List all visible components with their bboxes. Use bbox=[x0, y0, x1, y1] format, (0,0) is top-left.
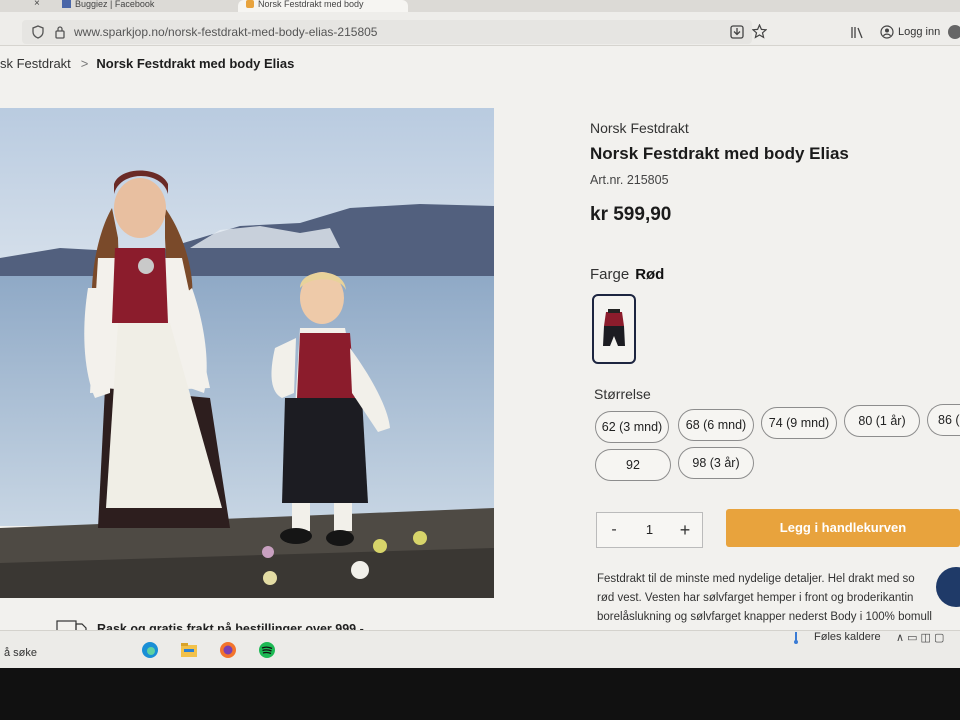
description-line: rød vest. Vesten har sølvfarget hemper i… bbox=[597, 592, 914, 604]
file-explorer-icon[interactable] bbox=[179, 640, 199, 660]
description-line: borelåslukning og sølvfarget knapper ned… bbox=[597, 611, 932, 623]
add-to-cart-button[interactable]: Legg i handlekurven bbox=[726, 509, 960, 547]
login-label[interactable]: Logg inn bbox=[898, 26, 940, 38]
breadcrumb-parent-link[interactable]: sk Festdrakt bbox=[0, 56, 71, 71]
taskbar: å søke Føles kaldere ∧ ▭ ◫ ▢ bbox=[0, 630, 960, 668]
tab-label: Norsk Festdrakt med body bbox=[258, 0, 364, 9]
firefox-icon[interactable] bbox=[218, 640, 238, 660]
browser-window: × Buggiez | Facebook Norsk Festdrakt med… bbox=[0, 0, 960, 668]
tab-close-icon[interactable]: × bbox=[34, 0, 46, 12]
tab-strip: × Buggiez | Facebook Norsk Festdrakt med… bbox=[0, 0, 960, 12]
article-number-label: Art.nr. bbox=[590, 173, 624, 187]
site-favicon-icon bbox=[246, 0, 254, 8]
product-info: Norsk Festdrakt Norsk Festdrakt med body… bbox=[590, 120, 960, 402]
weather-icon[interactable] bbox=[790, 631, 802, 645]
size-option-68[interactable]: 68 (6 mnd) bbox=[678, 409, 754, 441]
product-category[interactable]: Norsk Festdrakt bbox=[590, 120, 960, 136]
size-option-80[interactable]: 80 (1 år) bbox=[844, 405, 920, 437]
quantity-decrease-button[interactable]: - bbox=[597, 513, 631, 547]
breadcrumb-separator-icon: > bbox=[80, 56, 89, 71]
size-label: Størrelse bbox=[594, 386, 651, 402]
edge-icon[interactable] bbox=[140, 640, 160, 660]
product-image[interactable] bbox=[0, 108, 494, 598]
bookmark-star-icon[interactable] bbox=[752, 24, 767, 39]
account-icon[interactable] bbox=[880, 25, 894, 39]
size-option-98[interactable]: 98 (3 år) bbox=[678, 447, 754, 479]
color-swatch-selected[interactable] bbox=[592, 294, 636, 364]
article-number-value: 215805 bbox=[626, 173, 669, 187]
tab-label: Buggiez | Facebook bbox=[75, 0, 155, 9]
url-text[interactable]: www.sparkjop.no/norsk-festdrakt-med-body… bbox=[74, 25, 377, 39]
color-label: Farge bbox=[590, 266, 630, 283]
quantity-value[interactable]: 1 bbox=[631, 513, 668, 547]
monitor-bezel bbox=[0, 668, 960, 720]
navigation-bar: www.sparkjop.no/norsk-festdrakt-med-body… bbox=[0, 12, 960, 46]
taskbar-search[interactable]: å søke bbox=[4, 647, 37, 659]
color-value: Rød bbox=[635, 266, 665, 283]
size-option-74[interactable]: 74 (9 mnd) bbox=[761, 407, 837, 439]
address-bar[interactable]: www.sparkjop.no/norsk-festdrakt-med-body… bbox=[22, 20, 767, 44]
breadcrumb-current: Norsk Festdrakt med body Elias bbox=[96, 56, 295, 71]
lock-icon[interactable] bbox=[54, 25, 66, 39]
extension-icon[interactable] bbox=[948, 25, 960, 39]
size-option-62[interactable]: 62 (3 mnd) bbox=[595, 411, 669, 443]
system-tray-icon[interactable]: ∧ ▭ ◫ ▢ bbox=[896, 631, 960, 645]
article-number: Art.nr. 215805 bbox=[590, 173, 960, 187]
library-icon[interactable] bbox=[850, 26, 864, 39]
tab-active-product[interactable]: Norsk Festdrakt med body bbox=[238, 0, 408, 12]
spotify-icon[interactable] bbox=[257, 640, 277, 660]
size-option-92[interactable]: 92 bbox=[595, 449, 671, 481]
quantity-increase-button[interactable]: + bbox=[668, 513, 702, 547]
romper-thumbnail-icon bbox=[603, 309, 625, 346]
product-description: Festdrakt til de minste med nydelige det… bbox=[597, 570, 960, 627]
shield-icon[interactable] bbox=[32, 25, 44, 39]
quantity-stepper: - 1 + bbox=[596, 512, 703, 548]
description-line: Festdrakt til de minste med nydelige det… bbox=[597, 573, 915, 585]
product-price: kr 599,90 bbox=[590, 204, 672, 225]
tab-facebook[interactable]: Buggiez | Facebook bbox=[62, 0, 212, 12]
save-to-pocket-icon[interactable] bbox=[730, 25, 744, 39]
breadcrumb: sk Festdrakt > Norsk Festdrakt med body El… bbox=[0, 56, 294, 71]
facebook-favicon-icon bbox=[62, 0, 71, 8]
size-option-86[interactable]: 86 ( bbox=[927, 404, 960, 436]
color-selector: Farge Rød bbox=[590, 266, 664, 283]
product-title: Norsk Festdrakt med body Elias bbox=[590, 144, 849, 163]
weather-text[interactable]: Føles kaldere bbox=[814, 631, 881, 643]
